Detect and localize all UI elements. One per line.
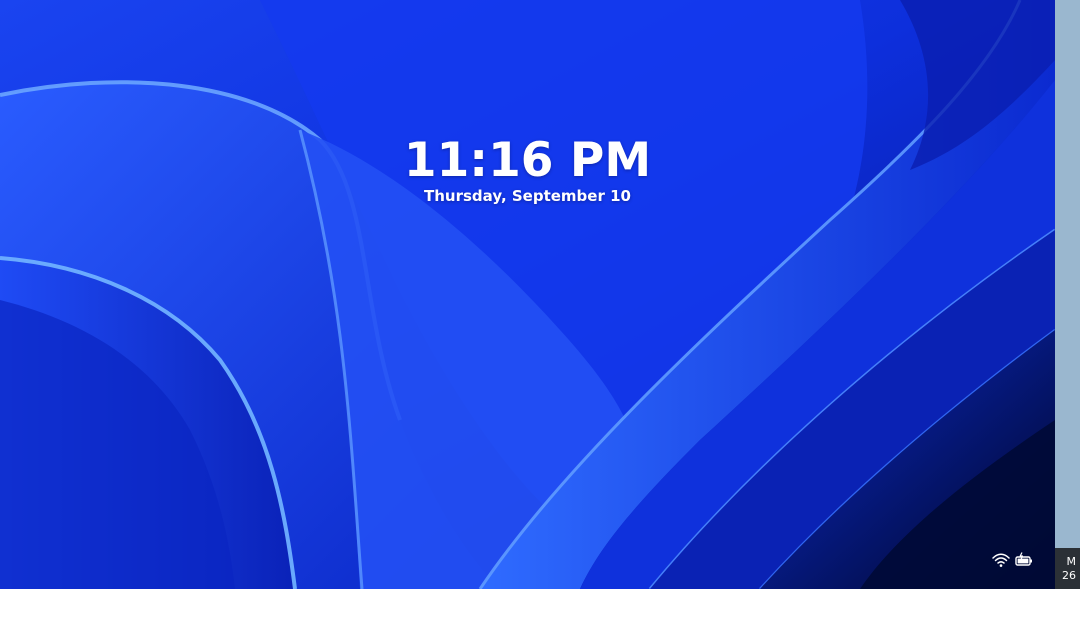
adjacent-window-edge (1055, 0, 1080, 548)
wallpaper-bloom (0, 0, 1055, 589)
taskbar-time-partial: M (1066, 555, 1077, 568)
battery-charging-icon (1014, 550, 1034, 570)
lock-screen-date: Thursday, September 10 (424, 187, 631, 205)
wifi-icon (991, 550, 1011, 570)
lock-screen[interactable]: 11:16 PM Thursday, September 10 (0, 0, 1055, 589)
lock-screen-time: 11:16 PM (403, 133, 652, 188)
taskbar-date-partial: 26 (1062, 569, 1076, 582)
taskbar-clock-fragment[interactable]: M 26 (1055, 548, 1080, 589)
